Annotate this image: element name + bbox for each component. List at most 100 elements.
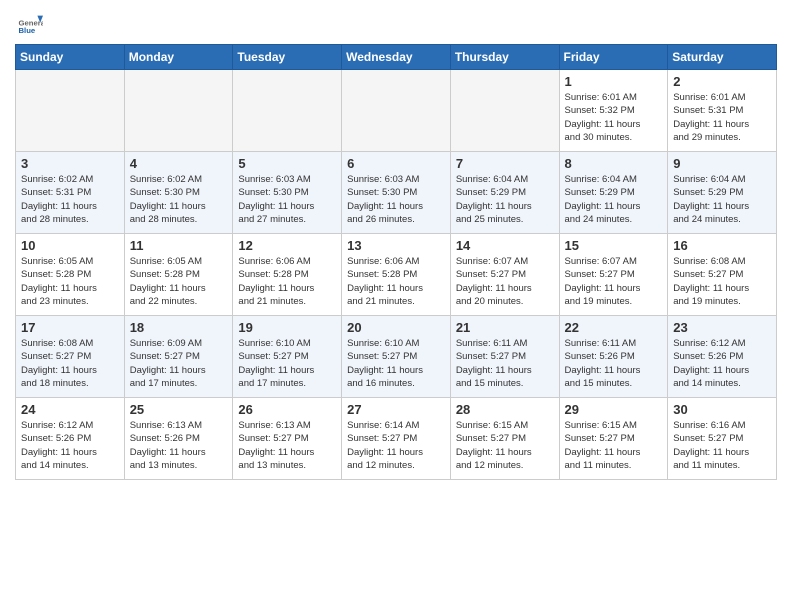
day-info: Sunrise: 6:07 AM Sunset: 5:27 PM Dayligh… — [565, 255, 664, 308]
calendar-cell: 1 Sunrise: 6:01 AM Sunset: 5:32 PM Daylig… — [559, 70, 668, 152]
calendar-cell: 4 Sunrise: 6:02 AM Sunset: 5:30 PM Daylig… — [124, 152, 233, 234]
calendar-cell: 2 Sunrise: 6:01 AM Sunset: 5:31 PM Daylig… — [668, 70, 777, 152]
calendar-cell: 14 Sunrise: 6:07 AM Sunset: 5:27 PM Dayli… — [450, 234, 559, 316]
day-info: Sunrise: 6:05 AM Sunset: 5:28 PM Dayligh… — [21, 255, 120, 308]
day-info: Sunrise: 6:03 AM Sunset: 5:30 PM Dayligh… — [238, 173, 337, 226]
calendar-cell: 21 Sunrise: 6:11 AM Sunset: 5:27 PM Dayli… — [450, 316, 559, 398]
day-number: 1 — [565, 74, 664, 89]
day-info: Sunrise: 6:12 AM Sunset: 5:26 PM Dayligh… — [21, 419, 120, 472]
svg-text:Blue: Blue — [19, 26, 36, 35]
day-number: 3 — [21, 156, 120, 171]
calendar-cell: 30 Sunrise: 6:16 AM Sunset: 5:27 PM Dayli… — [668, 398, 777, 480]
day-info: Sunrise: 6:13 AM Sunset: 5:27 PM Dayligh… — [238, 419, 337, 472]
day-number: 25 — [130, 402, 229, 417]
day-info: Sunrise: 6:02 AM Sunset: 5:31 PM Dayligh… — [21, 173, 120, 226]
day-info: Sunrise: 6:06 AM Sunset: 5:28 PM Dayligh… — [347, 255, 446, 308]
day-number: 5 — [238, 156, 337, 171]
day-info: Sunrise: 6:03 AM Sunset: 5:30 PM Dayligh… — [347, 173, 446, 226]
calendar-week-4: 17Sunrise: 6:08 AM Sunset: 5:27 PM Dayli… — [16, 316, 777, 398]
day-info: Sunrise: 6:08 AM Sunset: 5:27 PM Dayligh… — [673, 255, 772, 308]
calendar-cell: 12 Sunrise: 6:06 AM Sunset: 5:28 PM Dayli… — [233, 234, 342, 316]
day-info: Sunrise: 6:04 AM Sunset: 5:29 PM Dayligh… — [456, 173, 555, 226]
day-number: 24 — [21, 402, 120, 417]
day-number: 29 — [565, 402, 664, 417]
day-info: Sunrise: 6:13 AM Sunset: 5:26 PM Dayligh… — [130, 419, 229, 472]
page-header: General Blue — [15, 10, 777, 38]
calendar-cell — [233, 70, 342, 152]
calendar-header-row: SundayMondayTuesdayWednesdayThursdayFrid… — [16, 45, 777, 70]
calendar-cell: 11 Sunrise: 6:05 AM Sunset: 5:28 PM Dayli… — [124, 234, 233, 316]
day-info: Sunrise: 6:06 AM Sunset: 5:28 PM Dayligh… — [238, 255, 337, 308]
calendar-cell: 20 Sunrise: 6:10 AM Sunset: 5:27 PM Dayli… — [342, 316, 451, 398]
day-info: Sunrise: 6:10 AM Sunset: 5:27 PM Dayligh… — [347, 337, 446, 390]
calendar-cell: 3 Sunrise: 6:02 AM Sunset: 5:31 PM Daylig… — [16, 152, 125, 234]
calendar-cell: 15 Sunrise: 6:07 AM Sunset: 5:27 PM Dayli… — [559, 234, 668, 316]
day-number: 11 — [130, 238, 229, 253]
calendar-cell: 13 Sunrise: 6:06 AM Sunset: 5:28 PM Dayli… — [342, 234, 451, 316]
calendar-cell — [450, 70, 559, 152]
day-number: 14 — [456, 238, 555, 253]
calendar-cell: 22Sunrise: 6:11 AM Sunset: 5:26 PM Dayli… — [559, 316, 668, 398]
weekday-header-saturday: Saturday — [668, 45, 777, 70]
day-number: 8 — [565, 156, 664, 171]
calendar-cell: 19Sunrise: 6:10 AM Sunset: 5:27 PM Dayli… — [233, 316, 342, 398]
calendar-cell — [16, 70, 125, 152]
calendar-cell: 27Sunrise: 6:14 AM Sunset: 5:27 PM Dayli… — [342, 398, 451, 480]
day-info: Sunrise: 6:11 AM Sunset: 5:27 PM Dayligh… — [456, 337, 555, 390]
day-info: Sunrise: 6:15 AM Sunset: 5:27 PM Dayligh… — [565, 419, 664, 472]
calendar-cell: 16 Sunrise: 6:08 AM Sunset: 5:27 PM Dayli… — [668, 234, 777, 316]
calendar-cell: 23 Sunrise: 6:12 AM Sunset: 5:26 PM Dayli… — [668, 316, 777, 398]
day-number: 19 — [238, 320, 337, 335]
weekday-header-thursday: Thursday — [450, 45, 559, 70]
day-number: 6 — [347, 156, 446, 171]
day-info: Sunrise: 6:07 AM Sunset: 5:27 PM Dayligh… — [456, 255, 555, 308]
calendar-cell — [124, 70, 233, 152]
day-info: Sunrise: 6:04 AM Sunset: 5:29 PM Dayligh… — [565, 173, 664, 226]
day-number: 22 — [565, 320, 664, 335]
calendar-cell: 6 Sunrise: 6:03 AM Sunset: 5:30 PM Daylig… — [342, 152, 451, 234]
weekday-header-wednesday: Wednesday — [342, 45, 451, 70]
day-number: 2 — [673, 74, 772, 89]
calendar-cell: 5 Sunrise: 6:03 AM Sunset: 5:30 PM Daylig… — [233, 152, 342, 234]
day-info: Sunrise: 6:16 AM Sunset: 5:27 PM Dayligh… — [673, 419, 772, 472]
calendar-cell: 25 Sunrise: 6:13 AM Sunset: 5:26 PM Dayli… — [124, 398, 233, 480]
day-info: Sunrise: 6:02 AM Sunset: 5:30 PM Dayligh… — [130, 173, 229, 226]
calendar-cell: 18 Sunrise: 6:09 AM Sunset: 5:27 PM Dayli… — [124, 316, 233, 398]
day-number: 26 — [238, 402, 337, 417]
day-info: Sunrise: 6:05 AM Sunset: 5:28 PM Dayligh… — [130, 255, 229, 308]
weekday-header-monday: Monday — [124, 45, 233, 70]
day-info: Sunrise: 6:04 AM Sunset: 5:29 PM Dayligh… — [673, 173, 772, 226]
day-number: 20 — [347, 320, 446, 335]
calendar-cell: 8 Sunrise: 6:04 AM Sunset: 5:29 PM Daylig… — [559, 152, 668, 234]
day-number: 12 — [238, 238, 337, 253]
day-number: 7 — [456, 156, 555, 171]
day-info: Sunrise: 6:09 AM Sunset: 5:27 PM Dayligh… — [130, 337, 229, 390]
calendar-cell: 24 Sunrise: 6:12 AM Sunset: 5:26 PM Dayli… — [16, 398, 125, 480]
calendar-table: SundayMondayTuesdayWednesdayThursdayFrid… — [15, 44, 777, 480]
day-info: Sunrise: 6:01 AM Sunset: 5:31 PM Dayligh… — [673, 91, 772, 144]
day-info: Sunrise: 6:01 AM Sunset: 5:32 PM Dayligh… — [565, 91, 664, 144]
calendar-cell — [342, 70, 451, 152]
weekday-header-tuesday: Tuesday — [233, 45, 342, 70]
day-info: Sunrise: 6:12 AM Sunset: 5:26 PM Dayligh… — [673, 337, 772, 390]
weekday-header-friday: Friday — [559, 45, 668, 70]
day-number: 4 — [130, 156, 229, 171]
day-info: Sunrise: 6:14 AM Sunset: 5:27 PM Dayligh… — [347, 419, 446, 472]
calendar-cell: 29 Sunrise: 6:15 AM Sunset: 5:27 PM Dayli… — [559, 398, 668, 480]
day-number: 21 — [456, 320, 555, 335]
day-number: 9 — [673, 156, 772, 171]
day-number: 10 — [21, 238, 120, 253]
day-number: 30 — [673, 402, 772, 417]
day-number: 23 — [673, 320, 772, 335]
calendar-week-5: 24 Sunrise: 6:12 AM Sunset: 5:26 PM Dayli… — [16, 398, 777, 480]
calendar-cell: 10 Sunrise: 6:05 AM Sunset: 5:28 PM Dayli… — [16, 234, 125, 316]
day-number: 18 — [130, 320, 229, 335]
day-info: Sunrise: 6:08 AM Sunset: 5:27 PM Dayligh… — [21, 337, 120, 390]
day-number: 13 — [347, 238, 446, 253]
logo-icon: General Blue — [15, 10, 43, 38]
calendar-cell: 7 Sunrise: 6:04 AM Sunset: 5:29 PM Daylig… — [450, 152, 559, 234]
calendar-cell: 28Sunrise: 6:15 AM Sunset: 5:27 PM Dayli… — [450, 398, 559, 480]
calendar-cell: 17Sunrise: 6:08 AM Sunset: 5:27 PM Dayli… — [16, 316, 125, 398]
day-number: 16 — [673, 238, 772, 253]
day-number: 15 — [565, 238, 664, 253]
